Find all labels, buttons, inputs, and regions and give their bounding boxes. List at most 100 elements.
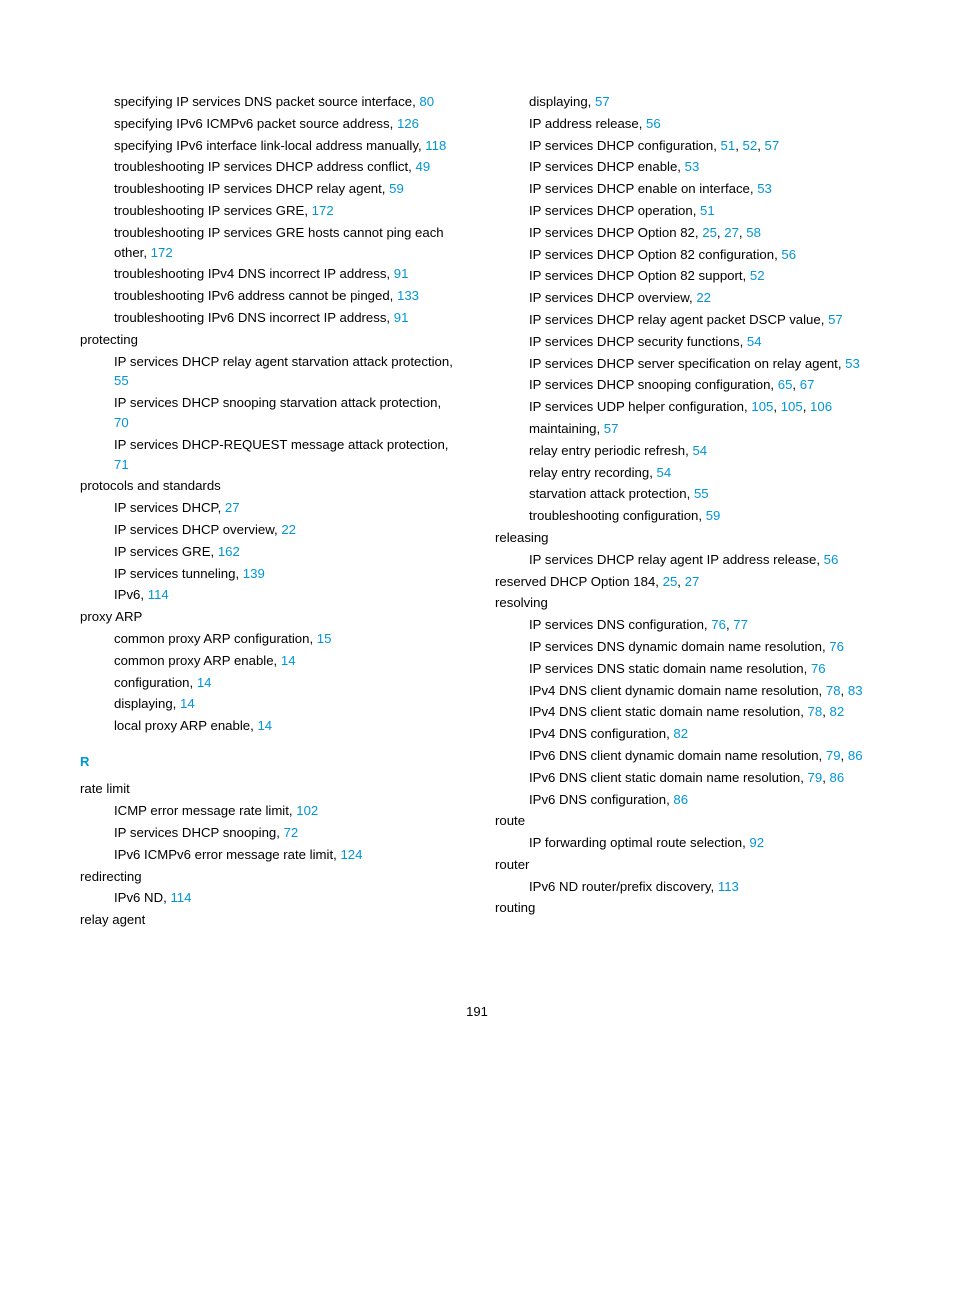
page-link[interactable]: 91: [394, 266, 409, 281]
page-link[interactable]: 79: [808, 770, 823, 785]
index-entry: IP services DHCP configuration, 51, 52, …: [529, 136, 874, 156]
entry-text: configuration,: [114, 675, 197, 690]
entry-text: redirecting: [80, 869, 142, 884]
page-link[interactable]: 83: [848, 683, 863, 698]
page-link[interactable]: 77: [733, 617, 748, 632]
page-link[interactable]: 139: [243, 566, 265, 581]
page-link[interactable]: 86: [673, 792, 688, 807]
page-link[interactable]: 102: [296, 803, 318, 818]
page-link[interactable]: 53: [757, 181, 772, 196]
index-entry: IP services DNS dynamic domain name reso…: [529, 637, 874, 657]
page-link[interactable]: 105: [781, 399, 803, 414]
page-link[interactable]: 53: [685, 159, 700, 174]
entry-text: IP services DHCP Option 82,: [529, 225, 702, 240]
page-link[interactable]: 76: [829, 639, 844, 654]
separator: ,: [757, 138, 764, 153]
page-link[interactable]: 114: [148, 587, 169, 602]
page-link[interactable]: 118: [425, 138, 446, 153]
page-link[interactable]: 57: [765, 138, 780, 153]
separator: ,: [735, 138, 742, 153]
index-entry: IPv6, 114: [114, 585, 459, 605]
page-link[interactable]: 55: [694, 486, 709, 501]
page-link[interactable]: 22: [696, 290, 711, 305]
page-link[interactable]: 14: [180, 696, 195, 711]
page-link[interactable]: 56: [781, 247, 796, 262]
entry-text: IP services DHCP enable,: [529, 159, 685, 174]
page-link[interactable]: 172: [312, 203, 334, 218]
page-link[interactable]: 78: [826, 683, 841, 698]
page-link[interactable]: 72: [284, 825, 299, 840]
page-link[interactable]: 57: [828, 312, 843, 327]
page-link[interactable]: 55: [114, 373, 129, 388]
index-entry: troubleshooting IP services DHCP relay a…: [114, 179, 459, 199]
page-link[interactable]: 86: [848, 748, 863, 763]
page-link[interactable]: 56: [824, 552, 839, 567]
page-link[interactable]: 57: [604, 421, 619, 436]
page-link[interactable]: 53: [845, 356, 860, 371]
page-link[interactable]: 14: [281, 653, 296, 668]
page-link[interactable]: 59: [706, 508, 721, 523]
page-link[interactable]: 114: [170, 890, 191, 905]
entry-text: IP services DHCP,: [114, 500, 225, 515]
page-link[interactable]: 52: [750, 268, 765, 283]
page-link[interactable]: 106: [810, 399, 832, 414]
index-entry: IPv6 DNS client static domain name resol…: [529, 768, 874, 788]
page-link[interactable]: 54: [747, 334, 762, 349]
page-link[interactable]: 67: [800, 377, 815, 392]
index-entry: IP services DHCP enable on interface, 53: [529, 179, 874, 199]
page-link[interactable]: 105: [751, 399, 773, 414]
page-link[interactable]: 51: [721, 138, 736, 153]
page-link[interactable]: 54: [657, 465, 672, 480]
separator: ,: [803, 399, 810, 414]
right-column: displaying, 57IP address release, 56IP s…: [495, 90, 874, 932]
page-link[interactable]: 76: [811, 661, 826, 676]
page-link[interactable]: 58: [746, 225, 761, 240]
page-link[interactable]: 126: [397, 116, 419, 131]
page-link[interactable]: 59: [389, 181, 404, 196]
page-link[interactable]: 76: [711, 617, 726, 632]
entry-text: troubleshooting IP services GRE,: [114, 203, 312, 218]
page-link[interactable]: 79: [826, 748, 841, 763]
page-link[interactable]: 82: [673, 726, 688, 741]
page-link[interactable]: 22: [281, 522, 296, 537]
page-link[interactable]: 162: [218, 544, 240, 559]
page-link[interactable]: 78: [808, 704, 823, 719]
page-link[interactable]: 57: [595, 94, 610, 109]
index-entry: troubleshooting IPv6 address cannot be p…: [114, 286, 459, 306]
page-link[interactable]: 91: [394, 310, 409, 325]
separator: ,: [822, 770, 829, 785]
page-link[interactable]: 25: [702, 225, 717, 240]
index-entry: IP services DHCP snooping configuration,…: [529, 375, 874, 395]
entry-text: protecting: [80, 332, 138, 347]
entry-text: IP address release,: [529, 116, 646, 131]
page-link[interactable]: 27: [685, 574, 700, 589]
page-link[interactable]: 71: [114, 457, 129, 472]
page-link[interactable]: 25: [663, 574, 678, 589]
page-link[interactable]: 51: [700, 203, 715, 218]
page-link[interactable]: 56: [646, 116, 661, 131]
page-link[interactable]: 27: [724, 225, 739, 240]
entry-text: IP services DNS dynamic domain name reso…: [529, 639, 829, 654]
page-link[interactable]: 65: [778, 377, 793, 392]
page-link[interactable]: 124: [340, 847, 362, 862]
index-entry: IP address release, 56: [529, 114, 874, 134]
page-link[interactable]: 113: [718, 879, 739, 894]
page-link[interactable]: 14: [257, 718, 272, 733]
page-link[interactable]: 86: [830, 770, 845, 785]
index-entry: IPv6 ICMPv6 error message rate limit, 12…: [114, 845, 459, 865]
page-link[interactable]: 92: [749, 835, 764, 850]
page-link[interactable]: 172: [151, 245, 173, 260]
page-link[interactable]: 133: [397, 288, 419, 303]
index-entry: troubleshooting configuration, 59: [529, 506, 874, 526]
page-link[interactable]: 52: [743, 138, 758, 153]
page-link[interactable]: 82: [830, 704, 845, 719]
page-link[interactable]: 80: [419, 94, 434, 109]
page-link[interactable]: 15: [317, 631, 332, 646]
page-link[interactable]: 27: [225, 500, 240, 515]
entry-text: reserved DHCP Option 184,: [495, 574, 663, 589]
entry-text: local proxy ARP enable,: [114, 718, 257, 733]
page-link[interactable]: 49: [416, 159, 431, 174]
page-link[interactable]: 54: [692, 443, 707, 458]
page-link[interactable]: 14: [197, 675, 212, 690]
page-link[interactable]: 70: [114, 415, 129, 430]
